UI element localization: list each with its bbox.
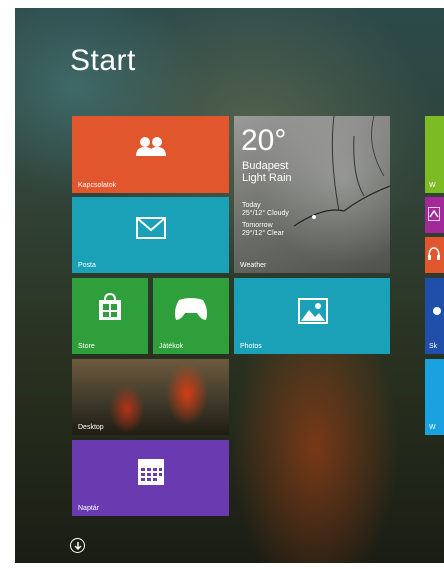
all-apps-button[interactable] — [70, 538, 85, 553]
page-title: Start — [70, 44, 136, 77]
gamepad-icon — [175, 298, 207, 320]
arrow-down-icon — [73, 541, 82, 550]
tile-label: Photos — [240, 343, 262, 350]
weather-tomorrow-forecast: 29°/12° Clear — [242, 230, 284, 237]
weather-city: Budapest — [242, 160, 289, 172]
tile-photos[interactable]: Photos — [234, 278, 390, 354]
tile-contacts[interactable]: Kapcsolatok — [72, 116, 229, 193]
edge-tile-magenta[interactable] — [425, 197, 444, 233]
weather-condition: Light Rain — [242, 172, 292, 184]
tile-label: Posta — [78, 262, 96, 269]
tile-label: Store — [78, 343, 95, 350]
tile-store[interactable]: Store — [72, 278, 148, 354]
weather-tomorrow-label: Tomorrow — [242, 222, 273, 229]
tile-label: Naptár — [78, 505, 100, 512]
weather-today-label: Today — [242, 202, 261, 209]
tile-label: W — [429, 424, 436, 431]
weather-temperature: 20° — [241, 124, 287, 157]
headphones-icon — [428, 247, 440, 260]
mail-icon — [136, 217, 166, 239]
tile-label: Desktop — [78, 424, 104, 431]
weather-today-forecast: 25°/12° Cloudy — [242, 210, 289, 217]
tile-mail[interactable]: Posta — [72, 197, 229, 273]
tile-calendar[interactable]: Naptár — [72, 440, 229, 516]
skype-icon — [433, 307, 441, 315]
store-bag-icon — [99, 292, 121, 320]
tile-label: Weather — [240, 262, 267, 269]
edge-tile-bottom[interactable]: W — [425, 359, 444, 435]
calendar-icon — [138, 459, 164, 485]
edge-tile-orange[interactable] — [425, 237, 444, 273]
tile-label: Kapcsolatok — [78, 182, 117, 189]
tile-weather[interactable]: 20° Budapest Light Rain Today 25°/12° Cl… — [234, 116, 390, 273]
tile-desktop[interactable]: Desktop — [72, 359, 229, 435]
tile-app-icon — [428, 207, 440, 221]
photo-icon — [298, 298, 328, 324]
people-icon — [136, 137, 166, 156]
edge-tile-top[interactable]: W — [425, 116, 444, 193]
edge-tile-skype[interactable]: Sk — [425, 278, 444, 354]
tile-label: W — [429, 182, 436, 189]
tile-label: Sk — [429, 343, 438, 350]
start-screen: Start Kapcsolatok 20° Budapest Light Rai… — [15, 8, 444, 563]
tile-games[interactable]: Játékok — [153, 278, 229, 354]
tile-label: Játékok — [159, 343, 184, 350]
